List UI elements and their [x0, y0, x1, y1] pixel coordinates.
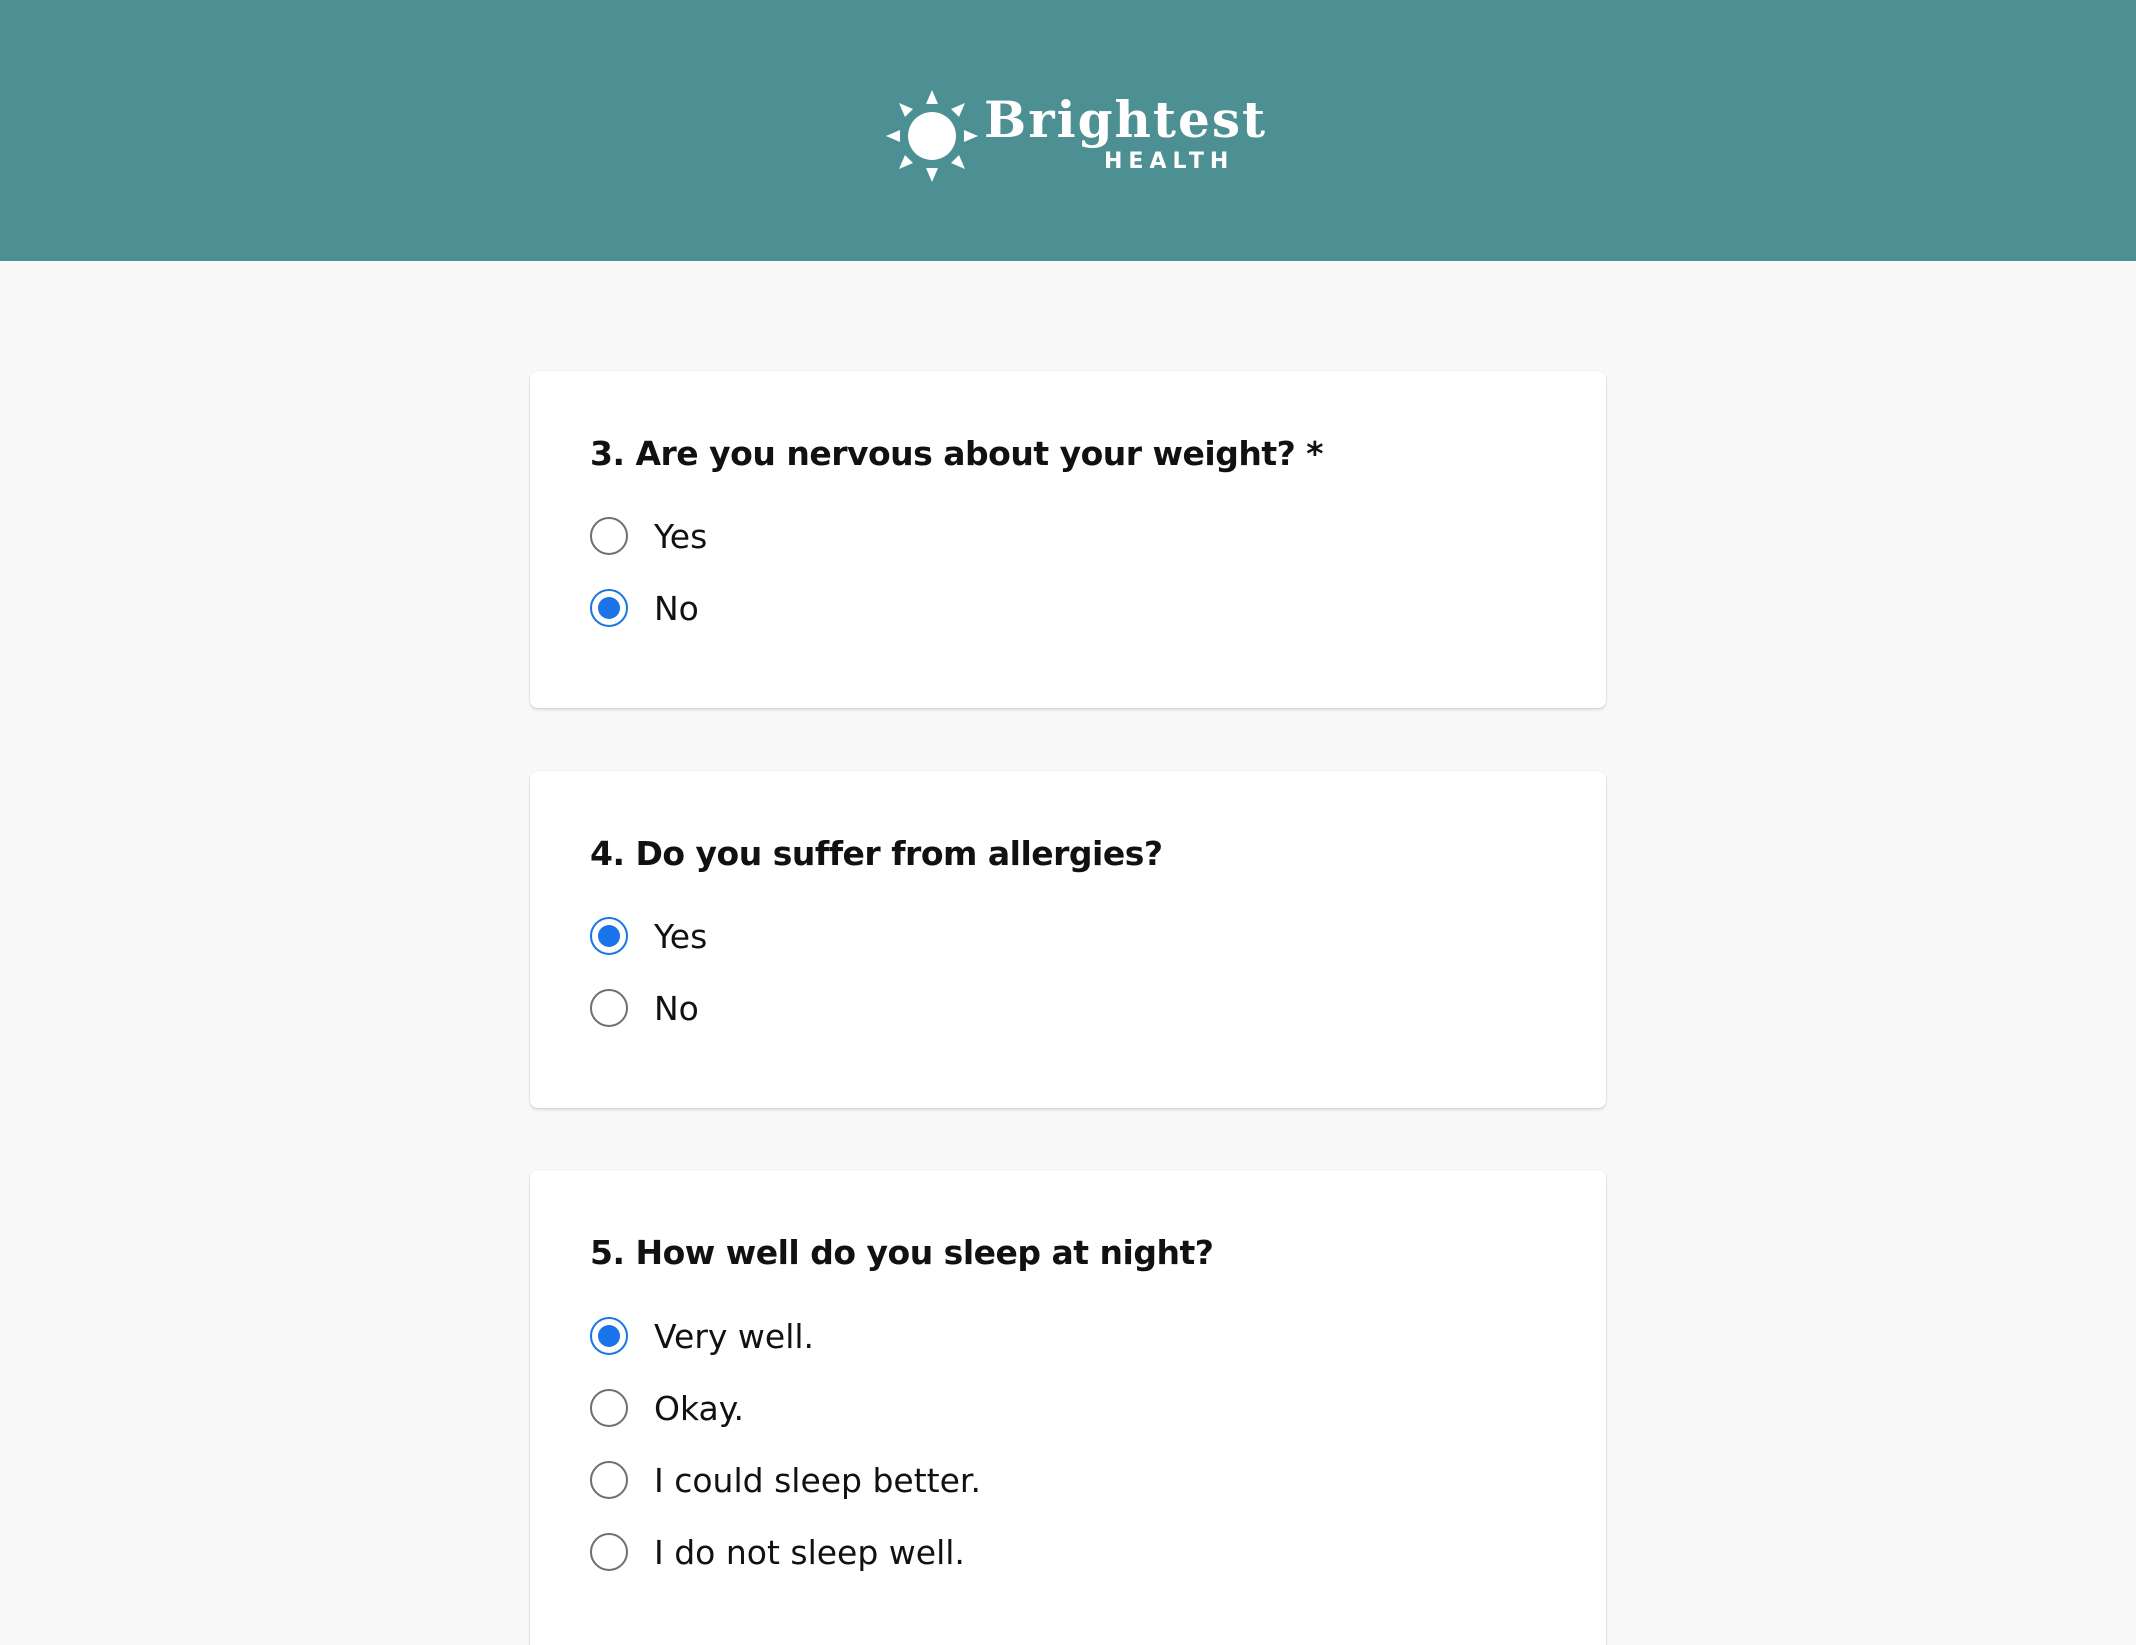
radio-button[interactable]: [590, 517, 628, 555]
brand-name: Brightest: [984, 90, 1268, 149]
option-label: Very well.: [654, 1317, 815, 1356]
radio-button[interactable]: [590, 1461, 628, 1499]
question-title: 5. How well do you sleep at night?: [590, 1233, 1214, 1272]
option-label: No: [654, 589, 699, 628]
radio-option[interactable]: Yes: [590, 916, 1490, 960]
question-card: 3. Are you nervous about your weight? * …: [530, 371, 1606, 708]
radio-button[interactable]: [590, 917, 628, 955]
radio-button[interactable]: [590, 989, 628, 1027]
question-card: 4. Do you suffer from allergies? Yes No: [530, 771, 1606, 1108]
option-label: I could sleep better.: [654, 1461, 981, 1500]
radio-button[interactable]: [590, 1317, 628, 1355]
radio-option[interactable]: No: [590, 588, 1490, 632]
radio-option[interactable]: I could sleep better.: [590, 1460, 1490, 1504]
radio-button[interactable]: [590, 1533, 628, 1571]
radio-option[interactable]: Okay.: [590, 1388, 1490, 1432]
radio-option[interactable]: No: [590, 988, 1490, 1032]
question-title: 3. Are you nervous about your weight? *: [590, 434, 1324, 473]
radio-button[interactable]: [590, 1389, 628, 1427]
option-label: I do not sleep well.: [654, 1533, 965, 1572]
question-title: 4. Do you suffer from allergies?: [590, 834, 1163, 873]
radio-option[interactable]: Very well.: [590, 1316, 1490, 1360]
sun-icon: [886, 90, 978, 182]
question-card: 5. How well do you sleep at night? Very …: [530, 1170, 1606, 1645]
option-label: Yes: [654, 917, 708, 956]
radio-option[interactable]: Yes: [590, 516, 1490, 560]
header-bar: Brightest HEALTH: [0, 0, 2136, 261]
radio-button[interactable]: [590, 589, 628, 627]
survey-page: Brightest HEALTH 3. Are you nervous abou…: [0, 0, 2136, 1645]
option-label: No: [654, 989, 699, 1028]
brand-logo[interactable]: Brightest HEALTH: [884, 88, 1265, 184]
radio-option[interactable]: I do not sleep well.: [590, 1532, 1490, 1576]
option-label: Yes: [654, 517, 708, 556]
option-label: Okay.: [654, 1389, 745, 1428]
brand-subtitle: HEALTH: [1104, 149, 1235, 174]
